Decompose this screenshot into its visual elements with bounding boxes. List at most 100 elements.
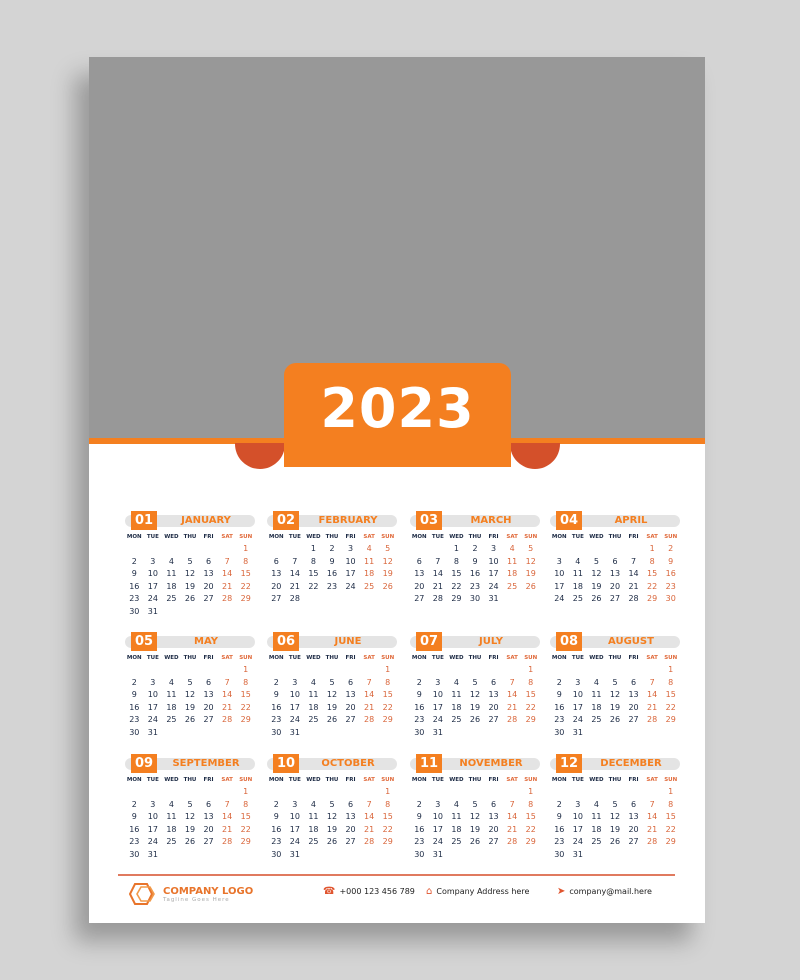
weekday-label: MON <box>126 655 142 661</box>
month-number: 07 <box>416 632 442 651</box>
month-october: 10 OCTOBER MON TUE WED THU FRI SAT SUN 1 2 3 4 5 6 7 8 9 1… <box>267 754 397 861</box>
day-cell: 25 <box>451 715 462 724</box>
weekday-label: THU <box>608 655 622 661</box>
day-cell: 4 <box>453 799 459 809</box>
month-april: 04 APRIL MON TUE WED THU FRI SAT SUN 1 2 3 4 5 6 7 8 9 10 1… <box>550 511 680 606</box>
day-cell: 22 <box>382 824 393 834</box>
day-cell: 29 <box>240 837 251 846</box>
weekday-label: SUN <box>524 777 538 783</box>
day-cell: 12 <box>469 812 481 821</box>
day-cell: 31 <box>432 849 443 859</box>
paper-plane-icon: ➤ <box>557 886 566 897</box>
empty-cell <box>569 786 588 799</box>
day-cell: 12 <box>609 690 621 699</box>
day-cell: 16 <box>129 581 140 591</box>
day-cell: 24 <box>289 715 300 724</box>
day-cell: 1 <box>528 665 534 674</box>
day-cell: 10 <box>345 556 356 566</box>
day-cell: 9 <box>131 812 137 821</box>
day-cell: 23 <box>129 837 140 846</box>
empty-cell <box>144 543 163 556</box>
day-cell: 17 <box>147 581 158 591</box>
day-cell: 12 <box>184 812 196 821</box>
month-header: 07 JULY <box>410 632 540 651</box>
empty-cell <box>569 543 588 556</box>
month-name: JULY <box>479 636 503 647</box>
day-cell: 13 <box>203 690 214 699</box>
phone-text: +000 123 456 789 <box>339 887 415 896</box>
empty-cell <box>286 664 305 677</box>
day-cell: 28 <box>222 715 233 724</box>
contact-email: ➤ company@mail.here <box>557 886 652 897</box>
empty-cell <box>162 664 181 677</box>
weekday-label: FRI <box>628 655 639 661</box>
day-cell: 14 <box>364 812 375 821</box>
day-cell: 13 <box>488 812 499 821</box>
day-cell: 24 <box>488 581 499 591</box>
day-cell: 16 <box>129 824 140 834</box>
day-cell: 10 <box>147 812 158 821</box>
month-days-grid: MON TUE WED THU FRI SAT SUN 1 2 3 4 5 6 7 8 9 10 11 12 13 14… <box>267 653 397 739</box>
day-cell: 4 <box>593 799 599 809</box>
weekday-label: SAT <box>506 534 518 540</box>
empty-cell <box>606 786 625 799</box>
footer-divider <box>118 874 675 876</box>
day-cell: 10 <box>488 556 499 566</box>
day-cell: 11 <box>451 812 462 821</box>
weekday-label: TUE <box>146 777 159 783</box>
day-cell: 16 <box>129 702 140 712</box>
day-cell: 26 <box>184 715 196 724</box>
empty-cell <box>181 543 200 556</box>
day-cell: 25 <box>166 837 177 846</box>
day-cell: 10 <box>572 812 583 821</box>
day-cell: 4 <box>168 556 174 566</box>
day-cell: 27 <box>488 715 499 724</box>
day-cell: 15 <box>240 812 251 821</box>
weekday-label: TUE <box>288 655 301 661</box>
weekday-label: TUE <box>431 655 444 661</box>
phone-icon: ☎ <box>323 886 336 897</box>
day-cell: 19 <box>591 581 602 591</box>
day-cell: 22 <box>525 824 536 834</box>
day-cell: 8 <box>310 556 316 566</box>
day-cell: 31 <box>289 849 300 859</box>
day-cell: 17 <box>345 569 356 578</box>
weekday-label: MON <box>268 534 284 540</box>
day-cell: 9 <box>556 812 562 821</box>
day-cell: 17 <box>488 569 499 578</box>
weekday-label: FRI <box>628 534 639 540</box>
day-cell: 2 <box>329 544 335 553</box>
day-cell: 7 <box>509 799 515 809</box>
weekday-label: MON <box>411 655 427 661</box>
day-cell: 16 <box>271 702 282 712</box>
day-cell: 11 <box>572 569 583 578</box>
day-cell: 11 <box>591 812 602 821</box>
day-cell: 26 <box>609 837 621 846</box>
day-cell: 8 <box>385 799 391 809</box>
day-cell: 30 <box>554 849 565 859</box>
day-cell: 22 <box>240 702 251 712</box>
day-cell: 18 <box>572 581 583 591</box>
day-cell: 24 <box>289 837 300 846</box>
day-cell: 31 <box>147 606 158 616</box>
weekday-label: MON <box>551 777 567 783</box>
day-cell: 11 <box>166 812 177 821</box>
month-august: 08 AUGUST MON TUE WED THU FRI SAT SUN 1 2 3 4 5 6 7 8 9 10… <box>550 632 680 739</box>
weekday-label: THU <box>325 777 339 783</box>
day-cell: 17 <box>572 702 583 712</box>
weekday-label: MON <box>411 534 427 540</box>
day-cell: 8 <box>243 556 249 566</box>
day-cell: 5 <box>329 799 335 809</box>
empty-cell <box>144 786 163 799</box>
day-cell: 20 <box>628 824 639 834</box>
day-cell: 29 <box>382 715 393 724</box>
day-cell: 29 <box>665 837 676 846</box>
day-cell: 13 <box>203 569 214 578</box>
day-cell: 21 <box>647 702 658 712</box>
month-header: 01 JANUARY <box>125 511 255 530</box>
day-cell: 4 <box>366 544 372 553</box>
weekday-label: FRI <box>345 534 356 540</box>
day-cell: 3 <box>435 677 441 687</box>
day-cell: 28 <box>222 837 233 846</box>
day-cell: 7 <box>631 556 637 566</box>
